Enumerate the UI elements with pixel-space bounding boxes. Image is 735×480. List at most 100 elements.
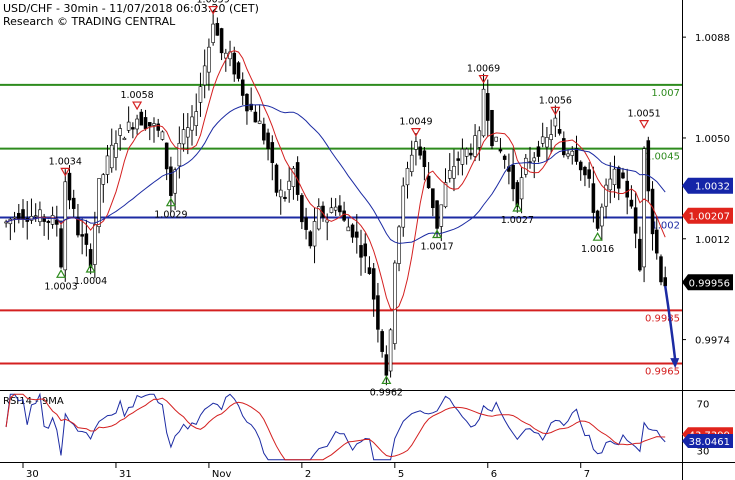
candle-body: [397, 226, 401, 264]
candle-body: [638, 238, 642, 271]
candle-body: [633, 207, 638, 234]
date-tick-label: 7: [584, 469, 590, 480]
candle-body: [477, 130, 482, 148]
candle-body: [481, 88, 486, 137]
candle-body: [131, 127, 135, 130]
candle-body: [532, 157, 537, 162]
candle-body: [464, 148, 469, 157]
candle-body: [266, 132, 270, 149]
candle-body: [278, 189, 283, 198]
candle-body: [524, 157, 528, 175]
candle-body: [355, 231, 359, 238]
swing-low-label: 1.0003: [44, 281, 77, 292]
candle-body: [109, 144, 114, 169]
candle-body: [422, 150, 427, 168]
swing-low-marker: [56, 269, 67, 278]
swing-high-label: 1.0051: [627, 109, 660, 120]
candle-body: [494, 136, 498, 142]
candle-body: [616, 167, 621, 189]
swing-low-label: 1.0017: [420, 242, 453, 253]
candle-body: [50, 215, 55, 225]
candle-body: [536, 146, 541, 157]
candle-body: [439, 204, 444, 227]
candle-body: [211, 23, 215, 43]
candle-body: [600, 206, 604, 227]
candle-body: [312, 221, 317, 247]
candle-body: [384, 354, 389, 376]
candle-body: [152, 123, 156, 126]
candle-body: [287, 180, 291, 190]
date-tick-label: 5: [398, 469, 404, 480]
swing-high-label: 1.0058: [120, 90, 153, 101]
ma-slow-line: [5, 104, 666, 244]
candle-body: [363, 243, 368, 257]
candle-body: [545, 137, 549, 148]
candle-body: [426, 175, 431, 189]
candle-body: [566, 153, 570, 157]
candle-body: [625, 180, 629, 198]
price-tick-label: 1.0088: [695, 33, 730, 44]
swing-low-label: 1.0004: [74, 276, 107, 287]
candle-body: [447, 170, 452, 179]
candle-body: [498, 149, 503, 152]
swing-high-label: 1.0056: [539, 95, 572, 106]
level-label: 1.007: [651, 88, 680, 99]
candle-body: [540, 136, 545, 144]
candle-body: [190, 116, 194, 131]
candle-body: [236, 62, 241, 79]
candle-body: [240, 79, 245, 96]
price-chart: 1.0071.00451.0020.99850.9965 1.00591.005…: [0, 0, 735, 480]
candle-body: [418, 146, 422, 156]
candle-body: [118, 128, 122, 136]
price-tick-label: 1.0050: [695, 134, 730, 145]
candle-body: [519, 177, 524, 200]
candle-body: [160, 131, 165, 140]
candle-body: [38, 209, 42, 223]
candle-body: [621, 172, 625, 179]
candle-body: [485, 93, 490, 121]
candle-body: [452, 166, 456, 179]
candle-body: [557, 129, 562, 134]
price-tag-label: 1.00207: [689, 212, 730, 223]
rsi-level-label: 30: [697, 446, 710, 457]
candle-body: [80, 234, 84, 237]
candle-body: [17, 212, 21, 220]
candle-body: [595, 210, 600, 229]
candle-body: [232, 52, 237, 75]
candle-body: [101, 174, 106, 185]
candle-body: [367, 267, 372, 274]
date-tick-label: Nov: [212, 469, 232, 480]
candle-body: [219, 28, 224, 54]
candle-body: [135, 118, 139, 130]
candle-body: [583, 166, 587, 176]
swing-high-label: 1.0049: [399, 117, 432, 128]
candle-body: [304, 217, 308, 230]
candle-body: [456, 158, 460, 161]
candle-body: [173, 169, 177, 194]
price-tick-label: 0.9974: [695, 336, 730, 347]
candle-body: [33, 215, 38, 218]
candle-body: [393, 262, 397, 344]
candle-body: [376, 295, 380, 330]
date-tick-label: 31: [119, 469, 132, 480]
candle-body: [629, 199, 634, 207]
level-label: 0.9965: [645, 366, 680, 377]
candle-body: [350, 224, 355, 238]
candle-body: [574, 148, 579, 162]
candle-body: [371, 268, 376, 300]
price-tag-label: 1.0032: [695, 182, 730, 193]
candle-body: [245, 93, 249, 112]
swing-low-label: 1.0029: [154, 210, 187, 221]
candle-body: [490, 109, 494, 147]
candle-body: [29, 216, 34, 221]
candle-body: [511, 164, 515, 190]
candle-body: [143, 117, 148, 129]
swing-high-label: 1.0069: [467, 64, 500, 75]
swing-high-marker: [132, 101, 143, 111]
candle-body: [177, 142, 182, 167]
swing-high-marker: [639, 120, 650, 129]
swing-high-label: 1.0034: [49, 156, 82, 167]
candle-body: [473, 135, 477, 157]
candle-body: [59, 228, 63, 268]
candle-body: [93, 224, 97, 265]
